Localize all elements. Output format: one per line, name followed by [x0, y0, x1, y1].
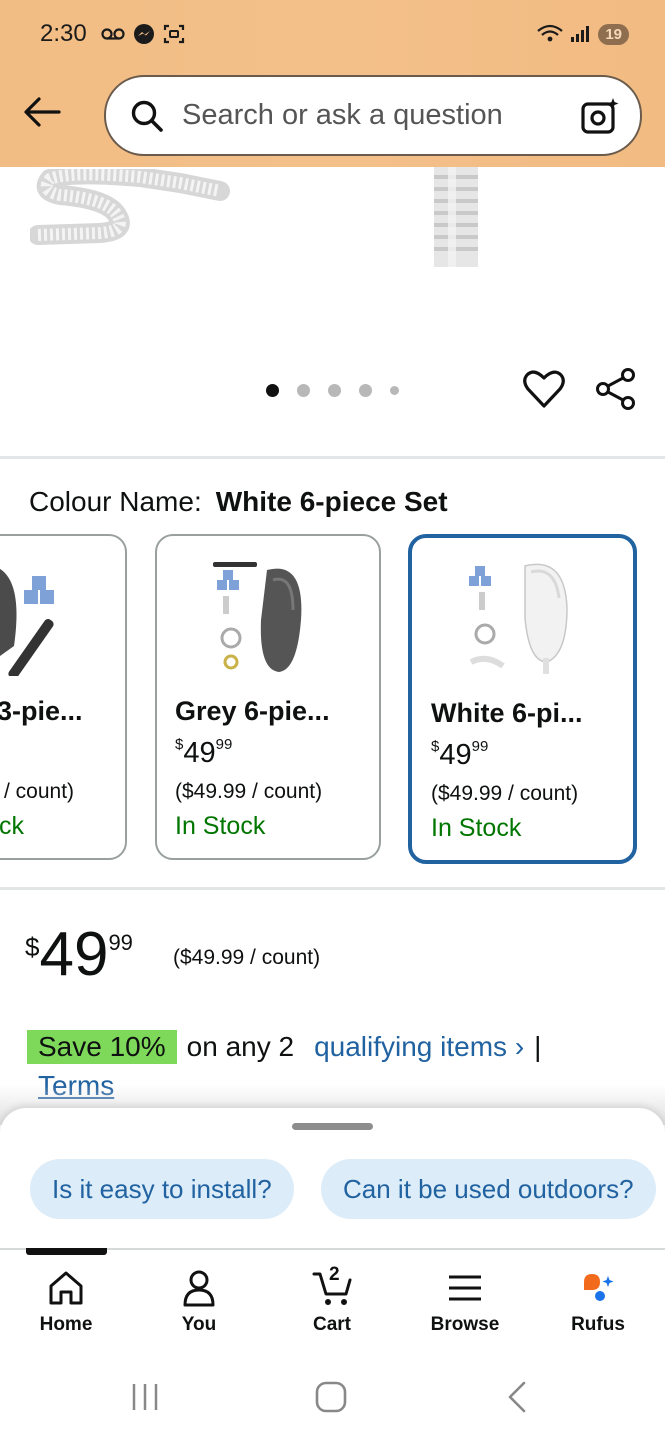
battery-indicator: 19 — [598, 23, 629, 45]
voicemail-icon — [101, 28, 125, 40]
variant-price-fraction: 99 — [471, 738, 489, 755]
nav-browse-label: Browse — [430, 1314, 500, 1335]
system-navigation-bar — [0, 1352, 665, 1440]
nav-home[interactable]: Home — [11, 1268, 121, 1336]
variant-image — [213, 562, 302, 672]
status-icons-right: 19 — [536, 23, 629, 45]
search-input[interactable]: Search or ask a question — [182, 99, 580, 132]
status-icons — [101, 23, 185, 45]
pipe-image — [434, 167, 478, 267]
carousel-dot — [328, 384, 341, 397]
variant-price: $4999 — [431, 738, 488, 772]
signal-icon — [571, 26, 590, 42]
variant-image — [0, 568, 54, 676]
section-divider — [0, 456, 665, 459]
variant-stock: ck — [0, 812, 24, 840]
promo-text: on any 2 — [186, 1031, 295, 1062]
heart-icon[interactable] — [522, 367, 566, 411]
product-price: $ 49 99 — [25, 922, 133, 988]
variant-price: $4999 — [175, 736, 232, 770]
wifi-icon — [537, 24, 564, 42]
variant-stock: In Stock — [175, 812, 266, 840]
search-icon — [131, 100, 163, 132]
menu-icon — [449, 1275, 481, 1301]
arrow-left-icon — [24, 97, 61, 127]
nav-you-label: You — [181, 1314, 217, 1335]
camera-search-icon[interactable] — [580, 96, 620, 136]
back-system-icon[interactable] — [500, 1380, 534, 1414]
save-badge: Save 10% — [27, 1030, 177, 1064]
search-bar[interactable]: Search or ask a question — [104, 75, 642, 156]
section-divider — [0, 887, 665, 890]
nav-cart-label: Cart — [312, 1314, 351, 1335]
suggestion-chip[interactable]: Can it be used outdoors? — [321, 1159, 656, 1219]
carousel-dot — [297, 384, 310, 397]
product-image-gallery[interactable] — [0, 167, 665, 457]
carousel-dots — [266, 384, 399, 397]
rufus-icon — [584, 1274, 614, 1301]
price-symbol: $ — [25, 932, 40, 962]
home-system-icon[interactable] — [313, 1380, 349, 1414]
variant-title: Grey 6-pie... — [175, 696, 330, 726]
nav-rufus-label: Rufus — [571, 1314, 625, 1335]
qualifying-items-link[interactable]: qualifying items › — [314, 1031, 524, 1063]
colour-name-label: Colour Name: White 6-piece Set — [29, 486, 448, 518]
carousel-dot — [359, 384, 372, 397]
screenshot-icon — [163, 24, 184, 44]
recent-apps-icon[interactable] — [128, 1380, 162, 1414]
header: 2:30 19 Search or ask a question — [0, 0, 665, 167]
product-page: 2:30 19 Search or ask a question Colour … — [0, 0, 665, 1440]
sheet-drag-handle[interactable] — [292, 1123, 373, 1130]
selected-colour-name: White 6-piece Set — [215, 486, 448, 517]
variant-unit-price: ($49.99 / count) — [431, 782, 579, 805]
variant-title: White 6-pi... — [431, 698, 583, 728]
price-fraction: 99 — [108, 930, 133, 955]
cart-count-badge: 2 — [329, 1264, 340, 1285]
variant-stock: In Stock — [431, 814, 522, 842]
variant-title: 3-pie... — [0, 696, 83, 726]
promo-separator: | — [534, 1031, 542, 1062]
suggestion-chip[interactable]: Is it easy to install? — [30, 1159, 294, 1219]
nav-you[interactable]: You — [144, 1268, 254, 1336]
variant-card-3-piece[interactable]: 3-pie... / count) ck — [0, 534, 127, 860]
variant-card-grey-6-piece[interactable]: Grey 6-pie... $4999 ($49.99 / count) In … — [155, 534, 381, 860]
nav-browse[interactable]: Browse — [410, 1268, 520, 1336]
nav-active-indicator — [26, 1248, 107, 1255]
status-bar: 2:30 19 — [40, 18, 629, 50]
variant-price-whole: 49 — [183, 737, 216, 769]
variant-unit-price: / count) — [4, 780, 75, 803]
price-per-unit: ($49.99 / count) — [173, 946, 321, 969]
messenger-icon — [133, 24, 154, 44]
variant-image — [469, 563, 568, 674]
colour-label-text: Colour Name: — [29, 486, 202, 517]
back-button[interactable] — [20, 90, 64, 134]
variant-unit-price: ($49.99 / count) — [175, 780, 323, 803]
price-whole: 49 — [39, 920, 109, 989]
flex-hose-image — [30, 169, 230, 245]
variant-price-whole: 49 — [439, 739, 472, 771]
nav-home-label: Home — [39, 1314, 93, 1335]
share-icon[interactable] — [594, 367, 638, 411]
carousel-dot — [390, 386, 399, 395]
home-icon — [49, 1271, 83, 1305]
bottom-navigation: Home You 2 Cart Browse Rufus — [0, 1248, 665, 1352]
variant-card-white-6-piece[interactable]: White 6-pi... $4999 ($49.99 / count) In … — [408, 534, 637, 864]
variant-price-fraction: 99 — [215, 736, 233, 753]
status-time: 2:30 — [40, 20, 87, 47]
rufus-suggestions-sheet: Is it easy to install? Can it be used ou… — [0, 1108, 665, 1253]
nav-cart[interactable]: 2 Cart — [277, 1264, 387, 1336]
user-icon — [183, 1270, 215, 1307]
nav-rufus[interactable]: Rufus — [543, 1268, 653, 1336]
carousel-dot-active — [266, 384, 279, 397]
promotion-row: Save 10% on any 2 qualifying items › | — [27, 1030, 541, 1064]
